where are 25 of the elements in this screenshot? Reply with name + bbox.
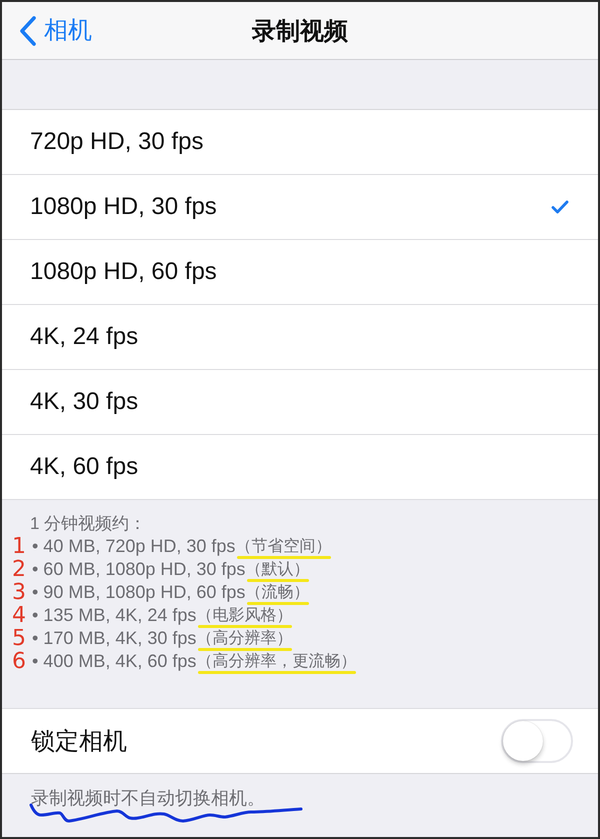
size-note-text: （高分辨率，更流畅） (196, 652, 356, 672)
footer-note: 录制视频时不自动切换相机。 (31, 787, 265, 810)
handwritten-number: 5 (12, 627, 27, 650)
handwritten-number: 1 (12, 535, 27, 558)
page-title: 录制视频 (252, 16, 348, 46)
handwritten-number: 2 (12, 558, 27, 581)
size-note-text: （节省空间） (235, 536, 332, 557)
size-spec-text: • 135 MB, 4K, 24 fps (32, 604, 196, 627)
chevron-left-icon (20, 16, 36, 46)
handwritten-number: 6 (12, 650, 27, 673)
size-note-text: （流畅） (245, 582, 310, 603)
handwritten-number: 3 (12, 581, 27, 604)
size-spec-text: • 170 MB, 4K, 30 fps (32, 627, 196, 650)
setting-label: 锁定相机 (31, 727, 127, 757)
size-note-text: （高分辨率） (196, 628, 292, 649)
size-spec-text: • 400 MB, 4K, 60 fps (32, 650, 196, 673)
size-note-text: （默认） (245, 560, 310, 580)
handwritten-number: 4 (12, 604, 27, 627)
toggle-switch[interactable] (501, 719, 573, 763)
size-heading: 1 分钟视频约： (29, 513, 146, 535)
back-button[interactable]: 相机 (2, 16, 92, 46)
size-note-text: （电影风格） (196, 606, 292, 626)
size-spec-text: • 90 MB, 1080p HD, 60 fps (32, 581, 246, 604)
size-spec-text: • 40 MB, 720p HD, 30 fps (32, 535, 236, 558)
size-spec-text: • 60 MB, 1080p HD, 30 fps (32, 558, 246, 581)
